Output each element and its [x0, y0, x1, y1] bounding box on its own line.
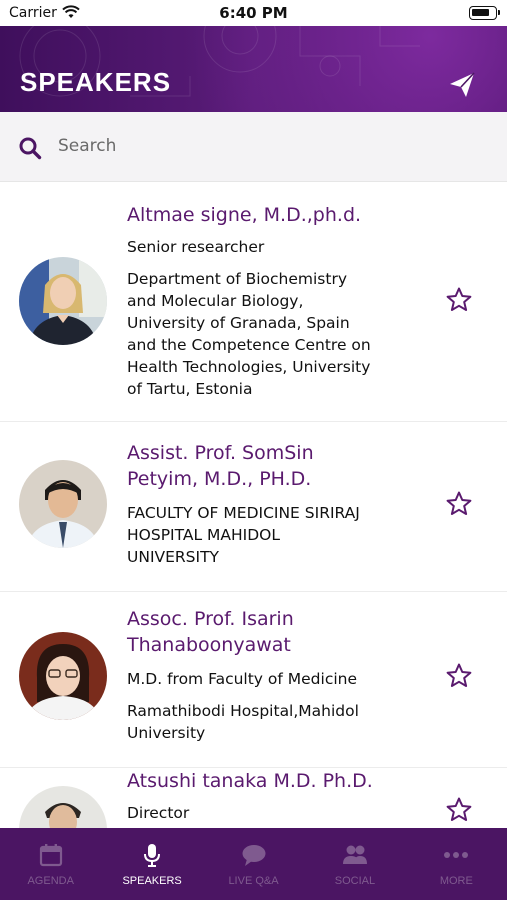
- tab-agenda[interactable]: AGENDA: [0, 828, 101, 900]
- speaker-row[interactable]: Atsushi tanaka M.D. Ph.D. Director: [0, 768, 507, 828]
- status-time: 6:40 PM: [219, 4, 288, 22]
- calendar-icon: [39, 844, 62, 867]
- search-bar: [0, 112, 507, 182]
- speaker-affiliation: UNIVERSITY: [127, 548, 220, 566]
- speaker-affiliation: Department of Biochemistry: [127, 270, 347, 288]
- speaker-affiliation: HOSPITAL MAHIDOL: [127, 526, 281, 544]
- bottom-tab-bar: AGENDA SPEAKERS LIVE Q&A SOCIAL MORE: [0, 828, 507, 900]
- more-dots-icon: [444, 852, 469, 858]
- avatar: [19, 460, 107, 548]
- tab-label: MORE: [439, 875, 473, 887]
- search-input[interactable]: [58, 132, 458, 160]
- battery-icon: [469, 6, 500, 20]
- tab-label: SOCIAL: [334, 875, 376, 887]
- speaker-affiliation: and the Competence Centre on: [127, 336, 371, 354]
- status-bar: Carrier 6:40 PM: [0, 0, 507, 26]
- favorite-star-icon[interactable]: [445, 490, 473, 518]
- page-title: SPEAKERS: [20, 67, 172, 97]
- speaker-name: Thanaboonyawat: [127, 634, 291, 656]
- speaker-row[interactable]: Assist. Prof. SomSin Petyim, M.D., PH.D.…: [0, 422, 507, 592]
- speaker-affiliation: and Molecular Biology,: [127, 292, 304, 310]
- speaker-affiliation: Ramathibodi Hospital,Mahidol: [127, 702, 359, 720]
- send-icon[interactable]: [447, 70, 477, 100]
- speaker-name: Assist. Prof. SomSin: [127, 442, 314, 464]
- speaker-name: Altmae signe, M.D.,ph.d.: [127, 204, 362, 226]
- tab-live-qa[interactable]: LIVE Q&A: [203, 828, 304, 900]
- tab-label: SPEAKERS: [122, 875, 182, 887]
- speaker-affiliation: FACULTY OF MEDICINE SIRIRAJ: [127, 504, 360, 522]
- speaker-title: Senior researcher: [127, 238, 265, 256]
- speaker-affiliation: of Tartu, Estonia: [127, 380, 253, 398]
- microphone-icon: [144, 844, 161, 867]
- tab-more[interactable]: MORE: [406, 828, 507, 900]
- speaker-list: Altmae signe, M.D.,ph.d. Senior research…: [0, 182, 507, 828]
- speaker-name: Petyim, M.D., PH.D.: [127, 468, 312, 490]
- speaker-name: Assoc. Prof. Isarin: [127, 608, 294, 630]
- avatar: [19, 786, 107, 828]
- speaker-row[interactable]: Assoc. Prof. Isarin Thanaboonyawat M.D. …: [0, 592, 507, 768]
- favorite-star-icon[interactable]: [445, 796, 473, 824]
- tab-social[interactable]: SOCIAL: [304, 828, 405, 900]
- speaker-affiliation: University of Granada, Spain: [127, 314, 350, 332]
- tab-speakers[interactable]: SPEAKERS: [101, 828, 202, 900]
- tab-label: AGENDA: [27, 875, 74, 887]
- avatar: [19, 632, 107, 720]
- search-icon: [19, 137, 42, 160]
- speaker-row[interactable]: Altmae signe, M.D.,ph.d. Senior research…: [0, 182, 507, 422]
- speaker-affiliation: University: [127, 724, 206, 742]
- speaker-title: Director: [127, 804, 190, 822]
- tab-label: LIVE Q&A: [228, 875, 279, 887]
- avatar: [19, 257, 107, 345]
- favorite-star-icon[interactable]: [445, 662, 473, 690]
- chat-bubble-icon: [242, 845, 266, 866]
- favorite-star-icon[interactable]: [445, 286, 473, 314]
- app-header: SPEAKERS: [0, 26, 507, 112]
- people-icon: [342, 845, 367, 864]
- speaker-name: Atsushi tanaka M.D. Ph.D.: [127, 770, 373, 792]
- speaker-title: M.D. from Faculty of Medicine: [127, 670, 358, 688]
- speaker-affiliation: Health Technologies, University: [127, 358, 371, 376]
